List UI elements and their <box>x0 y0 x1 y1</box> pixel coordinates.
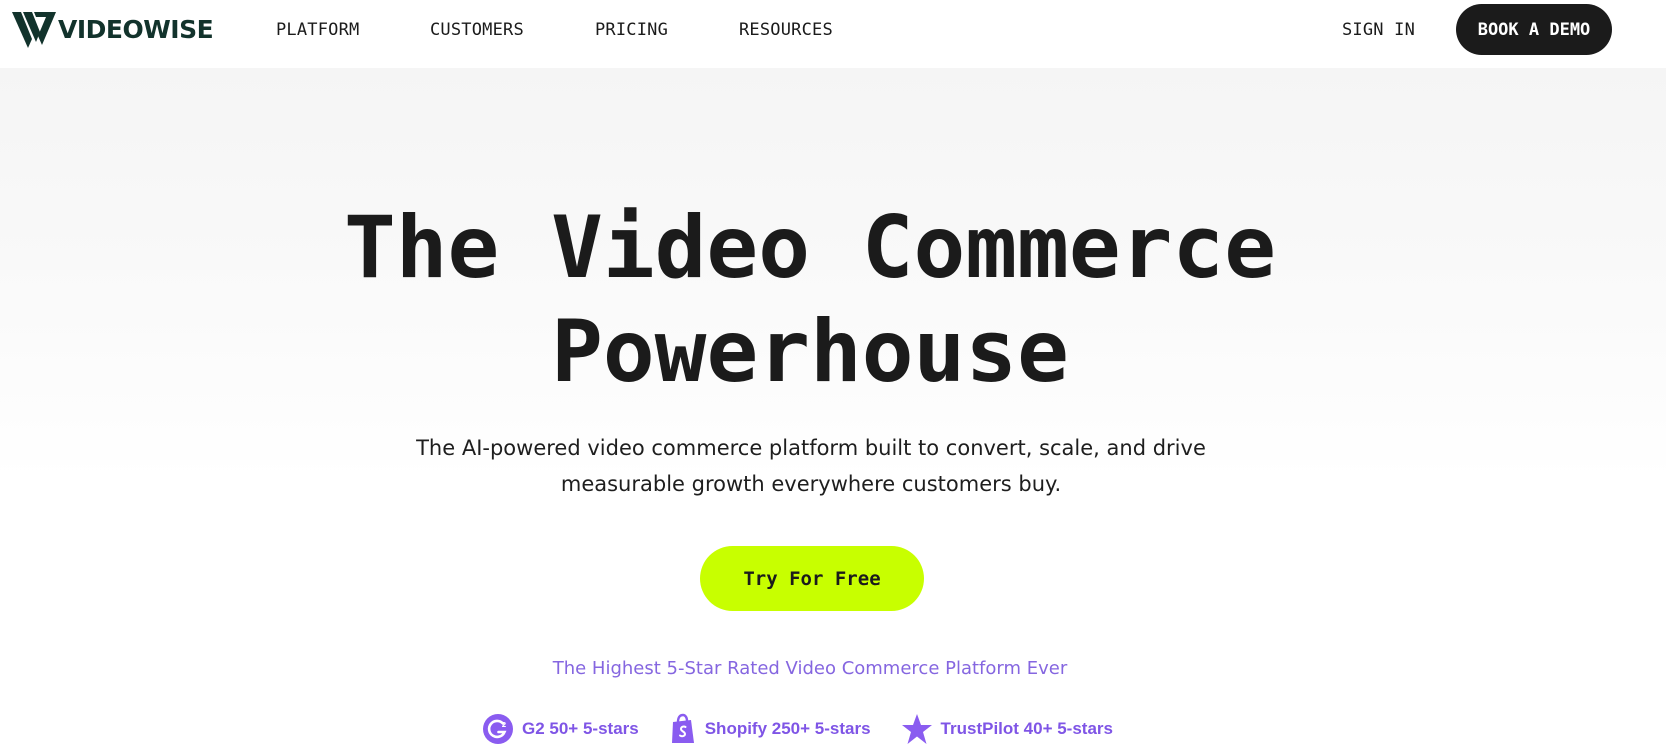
hero-section: The Video Commerce Powerhouse The AI-pow… <box>0 68 1666 755</box>
videowise-v-logo-icon <box>12 12 56 48</box>
top-navigation-bar: VIDEOWISE PLATFORM CUSTOMERS PRICING RES… <box>0 0 1666 68</box>
rating-shopify[interactable]: Shopify 250+ 5-stars <box>669 713 871 745</box>
try-for-free-button[interactable]: Try For Free <box>700 546 924 611</box>
rating-g2[interactable]: 2 G2 50+ 5-stars <box>482 713 639 745</box>
hero-title-line-1: The Video Commerce <box>344 198 1276 298</box>
hero-subtitle: The AI-powered video commerce platform b… <box>408 430 1214 502</box>
brand-name: VIDEOWISE <box>58 15 214 44</box>
nav-platform[interactable]: PLATFORM <box>276 19 359 41</box>
svg-text:2: 2 <box>502 721 507 729</box>
rating-trustpilot[interactable]: TrustPilot 40+ 5-stars <box>901 713 1113 745</box>
rating-shopify-label: Shopify 250+ 5-stars <box>704 719 871 738</box>
shopify-bag-icon <box>671 713 694 743</box>
g2-icon: 2 <box>483 714 513 744</box>
star-icon <box>901 714 932 744</box>
rated-tagline: The Highest 5-Star Rated Video Commerce … <box>552 658 1068 679</box>
hero-title: The Video Commerce Powerhouse <box>0 196 1620 404</box>
hero-subtitle-line-2: measurable growth everywhere customers b… <box>560 472 1062 496</box>
rating-g2-label: G2 50+ 5-stars <box>522 719 639 738</box>
nav-pricing[interactable]: PRICING <box>595 19 668 41</box>
hero-title-line-2: Powerhouse <box>551 302 1069 402</box>
nav-resources[interactable]: RESOURCES <box>739 19 833 41</box>
nav-customers[interactable]: CUSTOMERS <box>430 19 524 41</box>
book-demo-button[interactable]: BOOK A DEMO <box>1456 4 1612 55</box>
rating-trustpilot-label: TrustPilot 40+ 5-stars <box>940 719 1113 738</box>
sign-in-link[interactable]: SIGN IN <box>1342 19 1415 41</box>
ratings-row: 2 G2 50+ 5-stars Shopify 250+ 5-stars Tr… <box>482 712 1113 746</box>
videowise-logo[interactable]: VIDEOWISE <box>12 12 214 48</box>
hero-subtitle-line-1: The AI-powered video commerce platform b… <box>416 436 1206 460</box>
